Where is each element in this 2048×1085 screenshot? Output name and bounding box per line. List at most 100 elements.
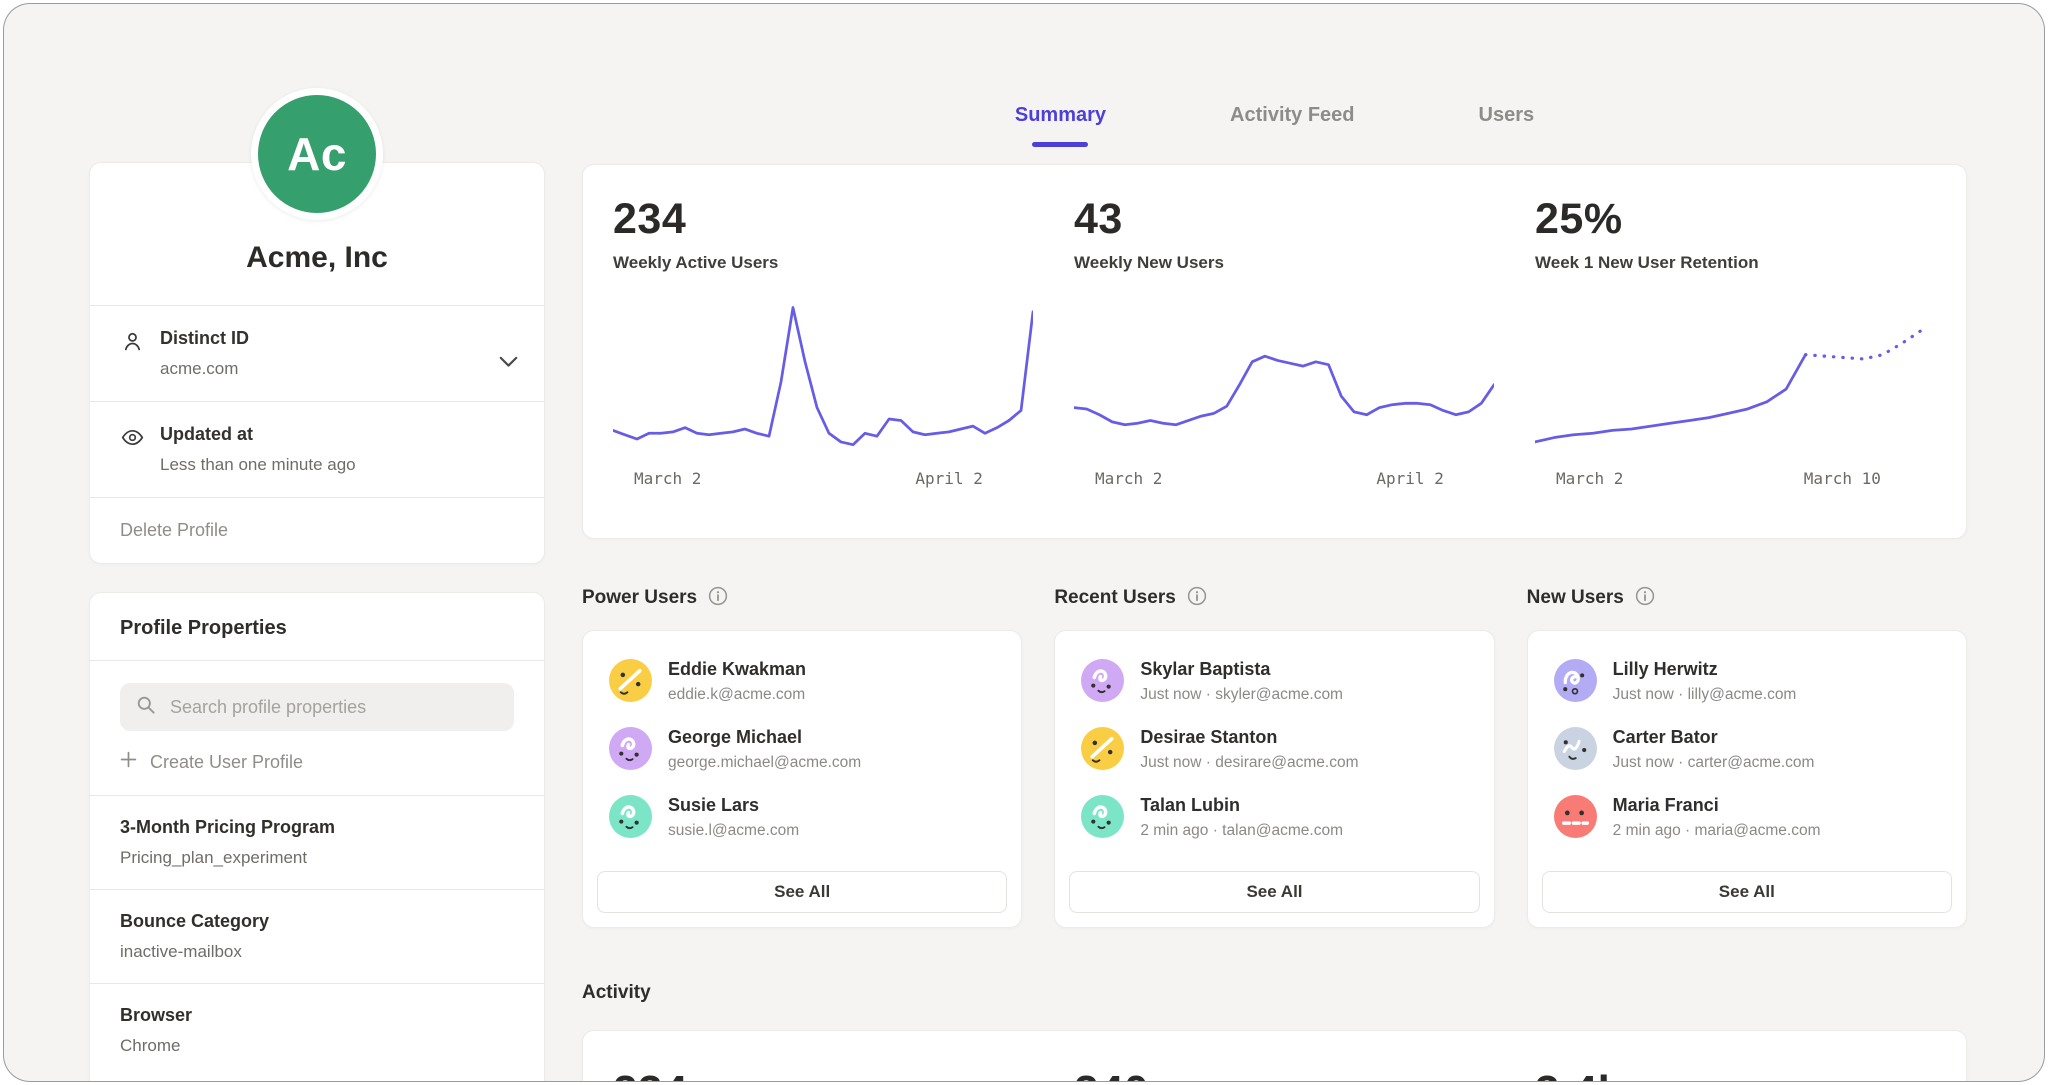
user-name: Lilly Herwitz	[1613, 659, 1797, 680]
updated-at-label: Updated at	[160, 424, 253, 444]
recent-users-card: Skylar Baptista Just now · skyler@acme.c…	[1054, 630, 1494, 928]
power-users-section: Power Users Eddie Kwakman eddie.k@acme.c…	[582, 580, 1022, 928]
user-list-item[interactable]: Skylar Baptista Just now · skyler@acme.c…	[1081, 659, 1467, 704]
user-list-item[interactable]: George Michael george.michael@acme.com	[609, 727, 995, 772]
user-avatar	[1081, 795, 1124, 838]
user-list-item[interactable]: Lilly Herwitz Just now · lilly@acme.com	[1554, 659, 1940, 704]
user-list-item[interactable]: Susie Lars susie.l@acme.com	[609, 795, 995, 840]
property-value: Chrome	[120, 1036, 514, 1056]
new-users-section: New Users Lilly Herwitz Just now · lilly…	[1527, 580, 1967, 928]
user-name: Desirae Stanton	[1140, 727, 1358, 748]
tab-activity-feed[interactable]: Activity Feed	[1226, 104, 1358, 147]
user-name: Talan Lubin	[1140, 795, 1343, 816]
new-users-card: Lilly Herwitz Just now · lilly@acme.com …	[1527, 630, 1967, 928]
stat-label: Week 1 New User Retention	[1535, 253, 1966, 273]
x-tick: March 2	[1556, 469, 1623, 488]
stat-value: 25%	[1535, 195, 1966, 244]
tab-label: Users	[1479, 104, 1535, 126]
weekly-new-users-sparkline	[1074, 299, 1494, 459]
activity-stat: 3.4k	[1505, 1031, 1966, 1081]
property-value: inactive-mailbox	[120, 942, 514, 962]
distinct-id-label: Distinct ID	[160, 328, 249, 348]
tab-users[interactable]: Users	[1475, 104, 1539, 147]
power-users-card: Eddie Kwakman eddie.k@acme.com George Mi…	[582, 630, 1022, 928]
user-subtitle: 2 min ago · talan@acme.com	[1140, 822, 1343, 840]
user-list-item[interactable]: Maria Franci 2 min ago · maria@acme.com	[1554, 795, 1940, 840]
property-name: Bounce Category	[120, 911, 514, 932]
section-title: New Users	[1527, 587, 1624, 609]
profile-properties-search[interactable]	[120, 683, 514, 731]
user-subtitle: eddie.k@acme.com	[668, 686, 806, 704]
user-subtitle: Just now · skyler@acme.com	[1140, 686, 1343, 704]
user-avatar	[609, 795, 652, 838]
x-tick: March 10	[1804, 469, 1881, 488]
stat-value: 234	[613, 195, 1044, 244]
user-name: Susie Lars	[668, 795, 799, 816]
company-avatar-initials: Ac	[287, 127, 347, 181]
see-all-button[interactable]: See All	[1542, 871, 1952, 913]
user-list-item[interactable]: Desirae Stanton Just now · desirare@acme…	[1081, 727, 1467, 772]
user-avatar	[1554, 659, 1597, 702]
section-title: Power Users	[582, 587, 697, 609]
divider	[90, 660, 544, 661]
user-subtitle: Just now · desirare@acme.com	[1140, 754, 1358, 772]
property-row[interactable]: 3-Month Pricing Program Pricing_plan_exp…	[90, 796, 544, 889]
activity-stat: 240	[1044, 1031, 1505, 1081]
user-name: Maria Franci	[1613, 795, 1821, 816]
create-user-profile-button[interactable]: Create User Profile	[90, 731, 544, 795]
profile-tabs: Summary Activity Feed Users	[582, 104, 1967, 147]
x-tick: March 2	[1095, 469, 1162, 488]
chevron-down-icon[interactable]	[499, 355, 518, 373]
updated-at-value: Less than one minute ago	[160, 455, 356, 475]
profile-properties-card: Profile Properties Create User Profile 3…	[89, 592, 545, 1081]
tab-label: Activity Feed	[1230, 104, 1354, 126]
user-name: Skylar Baptista	[1140, 659, 1343, 680]
stat-weekly-active-users: 234 Weekly Active Users March 2 April 2	[583, 165, 1044, 538]
property-row[interactable]: Browser Chrome	[90, 984, 544, 1077]
user-avatar	[1554, 727, 1597, 770]
x-tick: April 2	[1376, 469, 1443, 488]
tab-summary[interactable]: Summary	[1011, 104, 1110, 147]
user-sections-row: Power Users Eddie Kwakman eddie.k@acme.c…	[582, 580, 1967, 928]
recent-users-section: Recent Users Skylar Baptista Just now · …	[1054, 580, 1494, 928]
see-all-button[interactable]: See All	[597, 871, 1007, 913]
delete-profile-button[interactable]: Delete Profile	[90, 498, 544, 563]
stat-label: Weekly Active Users	[613, 253, 1044, 273]
user-list-item[interactable]: Talan Lubin 2 min ago · talan@acme.com	[1081, 795, 1467, 840]
activity-section-title: Activity	[582, 982, 651, 1004]
eye-icon	[120, 425, 146, 455]
see-all-button[interactable]: See All	[1069, 871, 1479, 913]
user-name: Eddie Kwakman	[668, 659, 806, 680]
user-name: George Michael	[668, 727, 861, 748]
user-subtitle: Just now · carter@acme.com	[1613, 754, 1815, 772]
user-list-item[interactable]: Eddie Kwakman eddie.k@acme.com	[609, 659, 995, 704]
distinct-id-value: acme.com	[160, 359, 249, 379]
user-name: Carter Bator	[1613, 727, 1815, 748]
info-icon[interactable]	[1635, 586, 1655, 611]
property-row[interactable]: Bounce Category inactive-mailbox	[90, 890, 544, 983]
activity-card: 234 240 3.4k	[582, 1030, 1967, 1081]
stat-week1-retention: 25% Week 1 New User Retention March 2 Ma…	[1505, 165, 1966, 538]
search-input[interactable]	[168, 696, 498, 719]
section-title: Recent Users	[1054, 587, 1175, 609]
user-list-item[interactable]: Carter Bator Just now · carter@acme.com	[1554, 727, 1940, 772]
user-subtitle: susie.l@acme.com	[668, 822, 799, 840]
user-subtitle: Just now · lilly@acme.com	[1613, 686, 1797, 704]
profile-properties-title: Profile Properties	[90, 593, 544, 660]
user-subtitle: george.michael@acme.com	[668, 754, 861, 772]
property-value: Pricing_plan_experiment	[120, 848, 514, 868]
distinct-id-row[interactable]: Distinct ID acme.com	[90, 306, 544, 401]
property-name: 3-Month Pricing Program	[120, 817, 514, 838]
person-icon	[120, 329, 146, 359]
stat-value: 43	[1074, 195, 1505, 244]
user-subtitle: 2 min ago · maria@acme.com	[1613, 822, 1821, 840]
user-avatar	[1081, 727, 1124, 770]
user-avatar	[1554, 795, 1597, 838]
week1-retention-sparkline	[1535, 299, 1955, 459]
user-avatar	[1081, 659, 1124, 702]
info-icon[interactable]	[708, 586, 728, 611]
info-icon[interactable]	[1187, 586, 1207, 611]
updated-at-row: Updated at Less than one minute ago	[90, 402, 544, 497]
x-tick: March 2	[634, 469, 701, 488]
weekly-active-users-sparkline	[613, 299, 1033, 459]
